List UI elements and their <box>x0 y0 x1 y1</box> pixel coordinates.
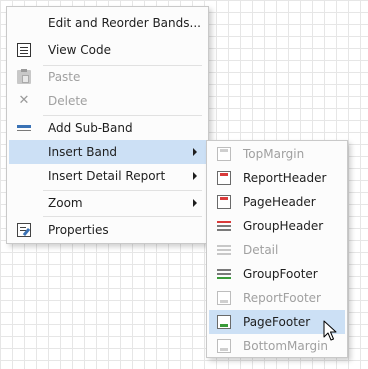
submenu-arrow-icon <box>193 172 197 180</box>
code-view-icon <box>17 43 31 57</box>
band-item-groupfooter[interactable]: GroupFooter <box>209 262 345 286</box>
band-item-topmargin[interactable]: TopMargin <box>209 142 345 166</box>
properties-label: Properties <box>48 223 109 237</box>
paste-label: Paste <box>48 70 81 84</box>
page-footer-icon <box>217 315 231 329</box>
mouse-pointer-icon <box>323 320 337 341</box>
band-item-label: BottomMargin <box>243 339 329 353</box>
delete-item[interactable]: ✕ Delete <box>9 89 206 113</box>
band-item-reportheader[interactable]: ReportHeader <box>209 166 345 190</box>
band-item-reportfooter[interactable]: ReportFooter <box>209 286 345 310</box>
report-footer-icon <box>217 291 231 305</box>
band-item-label: TopMargin <box>243 147 305 161</box>
band-item-detail[interactable]: Detail <box>209 238 345 262</box>
zoom-item[interactable]: Zoom <box>9 191 206 215</box>
sub-band-icon <box>17 121 31 135</box>
band-item-label: ReportHeader <box>243 171 327 185</box>
edit-reorder-bands-label: Edit and Reorder Bands... <box>48 16 201 30</box>
band-item-label: GroupHeader <box>243 219 324 233</box>
band-item-pageheader[interactable]: PageHeader <box>209 190 345 214</box>
page-header-icon <box>217 195 231 209</box>
paste-item[interactable]: Paste <box>9 65 206 89</box>
band-item-label: ReportFooter <box>243 291 321 305</box>
submenu-arrow-icon <box>193 199 197 207</box>
view-code-label: View Code <box>48 43 112 57</box>
insert-band-item[interactable]: Insert Band <box>9 140 206 164</box>
submenu-arrow-icon <box>193 148 197 156</box>
add-sub-band-label: Add Sub-Band <box>48 121 133 135</box>
band-item-label: PageFooter <box>243 315 311 329</box>
band-item-label: GroupFooter <box>243 267 318 281</box>
group-footer-icon <box>217 267 231 281</box>
band-item-groupheader[interactable]: GroupHeader <box>209 214 345 238</box>
properties-icon <box>17 223 31 237</box>
bottom-margin-icon <box>217 339 231 353</box>
band-item-label: PageHeader <box>243 195 316 209</box>
context-menu: Edit and Reorder Bands... View Code Past… <box>6 6 209 244</box>
insert-band-label: Insert Band <box>48 145 118 159</box>
top-margin-icon <box>217 147 231 161</box>
insert-detail-report-item[interactable]: Insert Detail Report <box>9 164 206 188</box>
report-header-icon <box>217 171 231 185</box>
zoom-label: Zoom <box>48 196 83 210</box>
insert-detail-report-label: Insert Detail Report <box>48 169 166 183</box>
edit-reorder-bands-item[interactable]: Edit and Reorder Bands... <box>9 11 206 35</box>
paste-icon <box>17 69 31 84</box>
band-item-label: Detail <box>243 243 279 257</box>
delete-x-icon: ✕ <box>18 93 30 108</box>
add-sub-band-item[interactable]: Add Sub-Band <box>9 116 206 140</box>
menu-separator <box>43 216 202 217</box>
group-header-icon <box>217 219 231 233</box>
properties-item[interactable]: Properties <box>9 218 206 242</box>
view-code-item[interactable]: View Code <box>9 38 206 62</box>
delete-label: Delete <box>48 94 88 108</box>
detail-icon <box>217 243 231 257</box>
